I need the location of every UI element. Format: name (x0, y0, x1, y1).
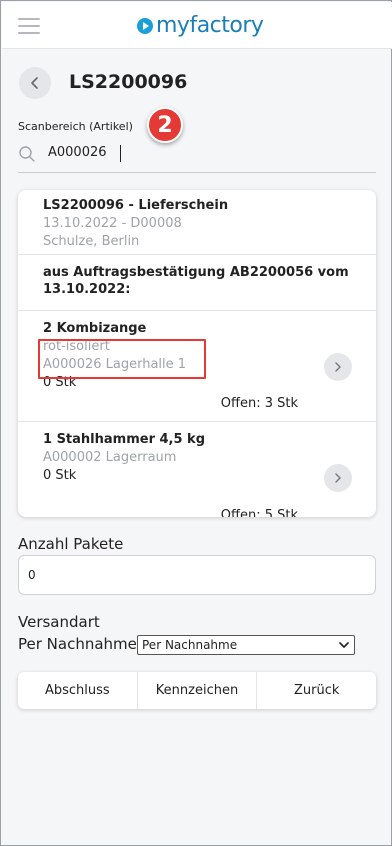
item-details-button[interactable] (324, 464, 352, 492)
order-source-line2: 13.10.2022: (43, 282, 131, 297)
app-frame: myfactory LS2200096 Scanbereich (Artikel… (0, 0, 392, 846)
cod-label: Per Nachnahme (18, 635, 137, 653)
order-source-line1: aus Auftragsbestätigung AB2200056 vom (43, 265, 349, 280)
search-icon (19, 146, 35, 162)
cod-select[interactable]: Per Nachnahme (137, 635, 355, 655)
item-details-button[interactable] (324, 353, 352, 381)
item-title: 1 Stahlhammer 4,5 kg (43, 432, 206, 447)
page-title: LS2200096 (69, 71, 188, 93)
cod-select-value: Per Nachnahme (142, 638, 238, 652)
text-caret (120, 145, 121, 162)
labels-button[interactable]: Kennzeichen (138, 672, 258, 709)
back-text-button[interactable]: Zurück (257, 672, 376, 709)
chevron-right-icon (335, 473, 341, 483)
finish-button[interactable]: Abschluss (18, 672, 138, 709)
delivery-header: LS2200096 - Lieferschein 13.10.2022 - D0… (18, 190, 376, 255)
delivery-title: LS2200096 - Lieferschein (43, 198, 229, 213)
scan-input[interactable]: A000026 (48, 145, 348, 160)
packages-label: Anzahl Pakete (18, 535, 124, 553)
item-location: A000002 Lagerraum (43, 450, 177, 465)
menu-icon[interactable] (18, 18, 40, 34)
item-open-quantity: Offen: 3 Stk (220, 396, 298, 411)
list-item[interactable]: 1 Stahlhammer 4,5 kg A000002 Lagerraum 0… (18, 422, 376, 517)
packages-input[interactable]: 0 (18, 555, 376, 595)
logo-text: myfactory (156, 12, 264, 38)
action-button-bar: Abschluss Kennzeichen Zurück (18, 672, 376, 709)
delivery-customer: Schulze, Berlin (43, 234, 140, 249)
scan-area-label: Scanbereich (Artikel) (18, 120, 133, 133)
shipping-method-label: Versandart (18, 613, 100, 631)
item-title: 2 Kombizange (43, 321, 147, 336)
step-badge: 2 (147, 107, 183, 143)
chevron-down-icon (339, 642, 349, 648)
top-bar: myfactory (2, 2, 392, 49)
logo-play-icon (137, 18, 153, 34)
list-item[interactable]: 2 Kombizange rot-isoliert A000026 Lagerh… (18, 311, 376, 422)
order-source: aus Auftragsbestätigung AB2200056 vom 13… (18, 255, 376, 311)
delivery-card: LS2200096 - Lieferschein 13.10.2022 - D0… (18, 190, 376, 517)
item-open-quantity: Offen: 5 Stk (220, 508, 298, 517)
highlight-box (38, 339, 206, 379)
scan-input-row[interactable]: A000026 (18, 139, 376, 173)
chevron-right-icon (335, 362, 341, 372)
delivery-date: 13.10.2022 - D00008 (43, 216, 182, 231)
chevron-left-icon (31, 77, 38, 89)
app-logo: myfactory (137, 11, 264, 39)
back-button[interactable] (19, 67, 51, 99)
